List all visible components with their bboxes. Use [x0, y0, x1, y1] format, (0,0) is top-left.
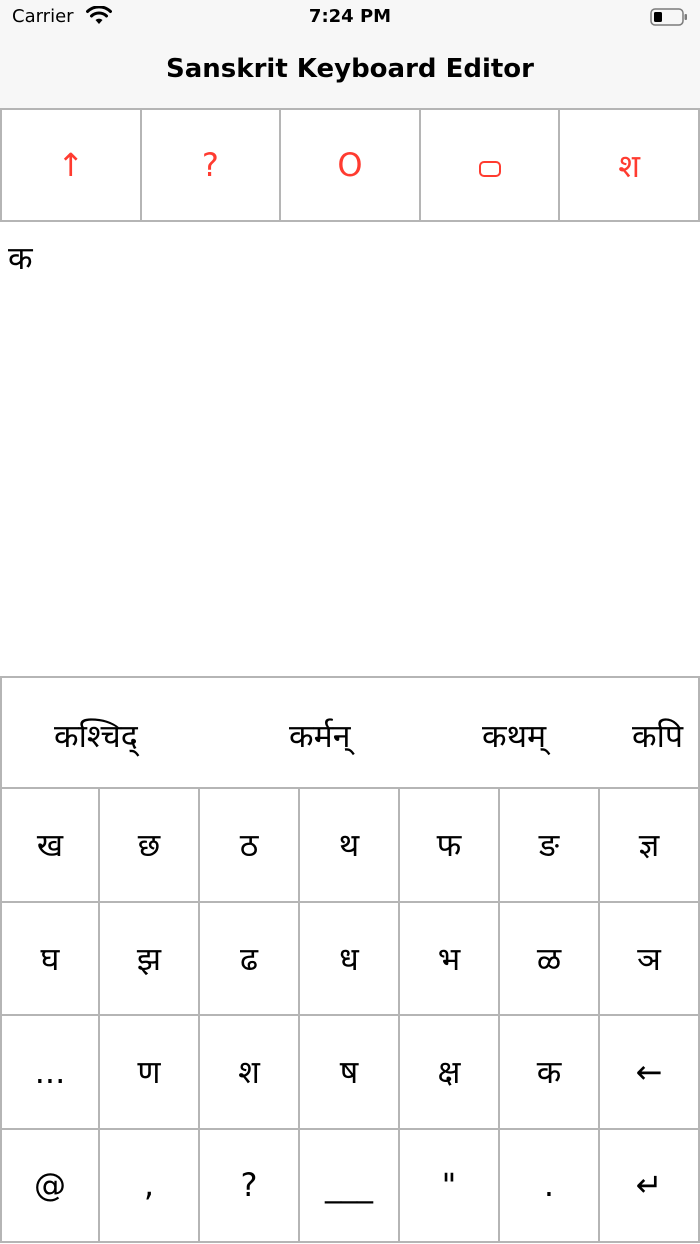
- key[interactable]: ढ: [200, 900, 300, 1016]
- key[interactable]: झ: [100, 900, 200, 1016]
- key[interactable]: ष: [300, 1014, 400, 1130]
- space-key[interactable]: ___: [300, 1127, 400, 1243]
- suggestion-bar: कश्चिद् कर्मन् कथम् कपि: [0, 676, 700, 790]
- editor-toolbar: ↑ ? O श: [0, 108, 700, 222]
- suggestion-item[interactable]: कश्चिद्: [54, 714, 138, 757]
- navigation-bar: Sanskrit Keyboard Editor: [0, 36, 700, 108]
- key[interactable]: ञ: [600, 900, 700, 1016]
- help-button[interactable]: ?: [142, 110, 282, 220]
- suggestion-item[interactable]: कपि: [632, 714, 683, 757]
- key[interactable]: थ: [300, 787, 400, 903]
- editor-content: क: [8, 239, 33, 277]
- clock: 7:24 PM: [308, 6, 392, 27]
- key[interactable]: छ: [100, 787, 200, 903]
- rounded-rect-icon: [478, 161, 501, 177]
- key[interactable]: घ: [0, 900, 100, 1016]
- sanskrit-keyboard: ख छ ठ थ फ ङ ज्ञ घ झ ढ ध भ ळ ञ ... ण श ष …: [0, 787, 700, 1244]
- key[interactable]: क्ष: [400, 1014, 500, 1130]
- key[interactable]: ण: [100, 1014, 200, 1130]
- page-title: Sanskrit Keyboard Editor: [166, 54, 534, 84]
- key[interactable]: ङ: [500, 787, 600, 903]
- text-editor[interactable]: क: [0, 222, 700, 676]
- key[interactable]: ,: [100, 1127, 200, 1243]
- key[interactable]: ख: [0, 787, 100, 903]
- key[interactable]: ठ: [200, 787, 300, 903]
- rounded-rect-button[interactable]: [421, 110, 561, 220]
- key[interactable]: ळ: [500, 900, 600, 1016]
- more-key[interactable]: ...: [0, 1014, 100, 1130]
- up-arrow-icon: ↑: [57, 146, 85, 184]
- sha-glyph-label: श: [618, 146, 641, 185]
- key[interactable]: @: [0, 1127, 100, 1243]
- key[interactable]: फ: [400, 787, 500, 903]
- backspace-key[interactable]: ←: [600, 1014, 700, 1130]
- shift-button[interactable]: ↑: [0, 110, 142, 220]
- key[interactable]: .: [500, 1127, 600, 1243]
- key[interactable]: ध: [300, 900, 400, 1016]
- question-icon: ?: [201, 146, 219, 184]
- circle-button[interactable]: O: [281, 110, 421, 220]
- key[interactable]: श: [200, 1014, 300, 1130]
- status-bar: Carrier 7:24 PM: [0, 0, 700, 36]
- key[interactable]: क: [500, 1014, 600, 1130]
- script-toggle-button[interactable]: श: [560, 110, 700, 220]
- suggestion-item[interactable]: कथम्: [482, 714, 546, 757]
- circle-o-icon: O: [337, 146, 363, 184]
- key[interactable]: ?: [200, 1127, 300, 1243]
- suggestion-item[interactable]: कर्मन्: [289, 714, 350, 757]
- key[interactable]: ": [400, 1127, 500, 1243]
- key[interactable]: ज्ञ: [600, 787, 700, 903]
- return-key[interactable]: ↵: [600, 1127, 700, 1243]
- battery-icon: [650, 8, 687, 26]
- key[interactable]: भ: [400, 900, 500, 1016]
